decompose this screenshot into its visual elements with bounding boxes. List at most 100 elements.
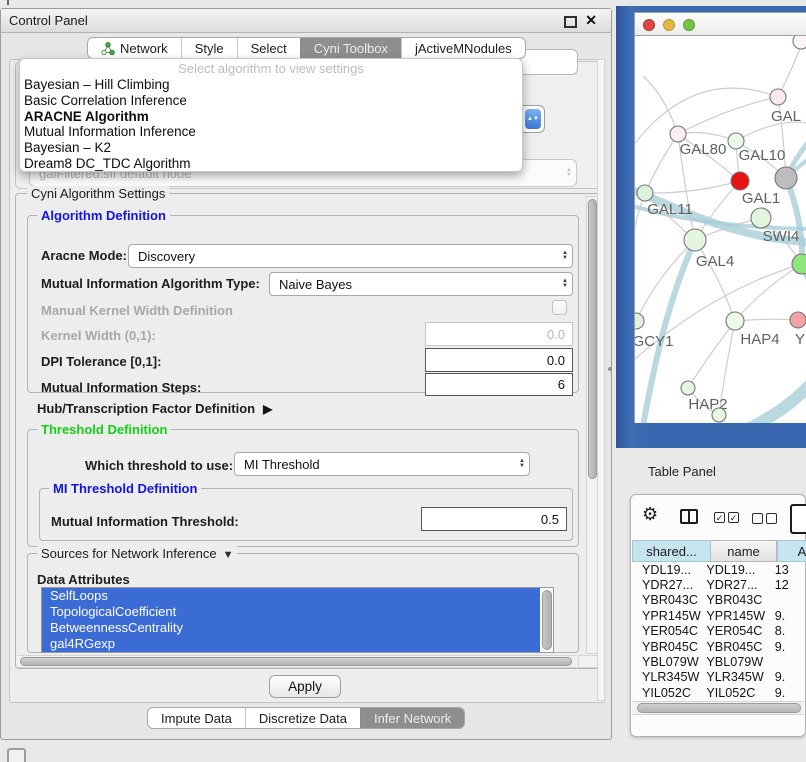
- aracne-mode-label: Aracne Mode:: [41, 248, 127, 263]
- stepper-icon: [519, 459, 525, 469]
- table-cell: 9.: [771, 686, 806, 700]
- table-cell: YIL052C: [632, 686, 706, 700]
- network-node[interactable]: [712, 408, 726, 422]
- network-node[interactable]: [793, 36, 806, 49]
- table-cell: YLR345W: [706, 670, 770, 684]
- column-header-shared-name[interactable]: shared...: [632, 540, 711, 562]
- network-node-gal11[interactable]: [637, 185, 653, 201]
- network-node-gal80[interactable]: [670, 126, 686, 142]
- table-row[interactable]: YIL052CYIL052C9.: [632, 685, 806, 700]
- network-node-gal4[interactable]: [684, 229, 706, 251]
- minimize-window-icon[interactable]: [663, 19, 675, 31]
- float-panel-icon[interactable]: [564, 16, 577, 28]
- mi-threshold-field[interactable]: 0.5: [421, 507, 567, 531]
- settings-hscrollbar-thumb[interactable]: [20, 657, 572, 666]
- table-cell: YDR27...: [632, 578, 706, 592]
- sources-group-toggle[interactable]: Sources for Network Inference: [37, 546, 237, 561]
- close-window-icon[interactable]: [643, 19, 655, 31]
- tab-label: Style: [195, 41, 224, 56]
- table-row[interactable]: YBR043CYBR043C: [632, 593, 806, 608]
- select-all-columns-icon[interactable]: [714, 512, 739, 523]
- attribute-item[interactable]: SelfLoops: [42, 588, 540, 604]
- network-node-gal1[interactable]: [731, 172, 749, 190]
- export-table-icon[interactable]: [790, 504, 806, 534]
- table-cell: YDL19...: [706, 563, 770, 577]
- dpi-tolerance-value: 0.0: [547, 353, 565, 368]
- table-cell: 13: [771, 563, 806, 577]
- kernel-width-label: Kernel Width (0,1):: [41, 328, 156, 343]
- screen: Control Panel ▲▼ galFiltered.sif default…: [0, 0, 806, 762]
- unselect-all-columns-icon[interactable]: [752, 513, 777, 524]
- tab-label: Infer Network: [374, 711, 451, 726]
- table-cell: YER054C: [706, 624, 770, 638]
- tab-network[interactable]: Network: [88, 38, 181, 58]
- network-node-y[interactable]: [790, 312, 806, 328]
- network-node-hap2[interactable]: [681, 381, 695, 395]
- algorithm-option[interactable]: Bayesian – Hill Climbing: [20, 77, 522, 93]
- table-row[interactable]: YBR045CYBR045C9.: [632, 639, 806, 654]
- algorithm-option[interactable]: Mutual Information Inference: [20, 124, 522, 140]
- network-node-hap4[interactable]: [726, 312, 744, 330]
- splitter-handle[interactable]: [608, 367, 612, 371]
- network-node-gcy1[interactable]: [635, 313, 644, 329]
- manual-kernel-checkbox[interactable]: [552, 300, 567, 315]
- kernel-width-field[interactable]: 0.0: [425, 322, 573, 346]
- dpi-tolerance-field[interactable]: 0.0: [425, 348, 573, 372]
- stepper-icon: [562, 251, 568, 261]
- tab-infer-network[interactable]: Infer Network: [360, 708, 464, 728]
- algorithm-option[interactable]: ARACNE Algorithm: [20, 109, 522, 125]
- column-manager-icon[interactable]: [680, 509, 698, 524]
- aracne-mode-combo[interactable]: Discovery: [128, 244, 573, 268]
- mi-steps-label: Mutual Information Steps:: [41, 380, 201, 395]
- network-node-label: GAL4: [696, 253, 734, 270]
- table-hscrollbar-thumb[interactable]: [637, 703, 801, 713]
- control-panel-scrollbar[interactable]: [597, 59, 605, 701]
- mi-steps-value: 6: [558, 377, 565, 392]
- table-row[interactable]: YDR27...YDR27...12: [632, 577, 806, 592]
- which-threshold-combo[interactable]: MI Threshold: [234, 452, 530, 476]
- attribute-item[interactable]: BetweennessCentrality: [42, 620, 540, 636]
- tab-cyni-toolbox[interactable]: Cyni Toolbox: [300, 38, 401, 58]
- column-header-name[interactable]: name: [711, 540, 777, 562]
- tab-style[interactable]: Style: [181, 38, 237, 58]
- network-canvas[interactable]: GALGAL80GAL10GAL1GAL11SWI4GAL4GCY1HAP4YH…: [634, 36, 806, 423]
- settings-vscrollbar-thumb[interactable]: [588, 199, 597, 479]
- zoom-window-icon[interactable]: [683, 19, 695, 31]
- close-panel-icon[interactable]: [585, 12, 597, 29]
- bottom-tabs: Impute DataDiscretize Data Infer Network: [147, 707, 465, 729]
- table-row[interactable]: YER054CYER054C8.: [632, 624, 806, 639]
- table-row[interactable]: YPR145WYPR145W9.: [632, 608, 806, 623]
- hub-definition-toggle[interactable]: Hub/Transcription Factor Definition: [37, 401, 272, 416]
- tab-jactivemnodules[interactable]: jActiveMNodules: [401, 38, 525, 58]
- checked-box-icon: [714, 512, 725, 523]
- mi-type-label: Mutual Information Algorithm Type:: [41, 276, 260, 291]
- table-row[interactable]: YDL19...YDL19...13: [632, 562, 806, 577]
- tab-select[interactable]: Select: [237, 38, 300, 58]
- apply-button[interactable]: Apply: [269, 675, 341, 698]
- sources-group-title: Sources for Network Inference: [41, 546, 217, 561]
- network-node[interactable]: [775, 167, 797, 189]
- algorithm-option[interactable]: Basic Correlation Inference: [20, 93, 522, 109]
- network-node[interactable]: [792, 254, 806, 274]
- network-node-gal[interactable]: [770, 89, 786, 105]
- mi-steps-field[interactable]: 6: [425, 373, 573, 396]
- network-window-titlebar[interactable]: [634, 12, 806, 36]
- algorithm-option[interactable]: Bayesian – K2: [20, 140, 522, 156]
- table-cell: 9.: [771, 640, 806, 654]
- attribute-item[interactable]: gal4RGexp: [42, 636, 540, 652]
- attribute-list-scrollbar-thumb[interactable]: [542, 590, 552, 650]
- algorithm-option[interactable]: Dream8 DC_TDC Algorithm: [20, 156, 522, 172]
- table-row[interactable]: YLR345WYLR345W9.: [632, 670, 806, 685]
- docked-panel-icon[interactable]: [7, 748, 26, 762]
- attribute-item[interactable]: TopologicalCoefficient: [42, 604, 540, 620]
- gear-icon[interactable]: [642, 504, 658, 525]
- table-cell: YBR045C: [632, 640, 706, 654]
- aracne-mode-value: Discovery: [138, 249, 195, 264]
- column-header-clipped[interactable]: A: [777, 540, 806, 562]
- network-node-swi4[interactable]: [751, 208, 771, 228]
- mi-type-combo[interactable]: Naive Bayes: [269, 272, 573, 296]
- dpi-tolerance-label: DPI Tolerance [0,1]:: [41, 354, 161, 369]
- table-row[interactable]: YBL079WYBL079W: [632, 654, 806, 669]
- tab-impute-data[interactable]: Impute Data: [148, 708, 245, 728]
- tab-discretize-data[interactable]: Discretize Data: [245, 708, 360, 728]
